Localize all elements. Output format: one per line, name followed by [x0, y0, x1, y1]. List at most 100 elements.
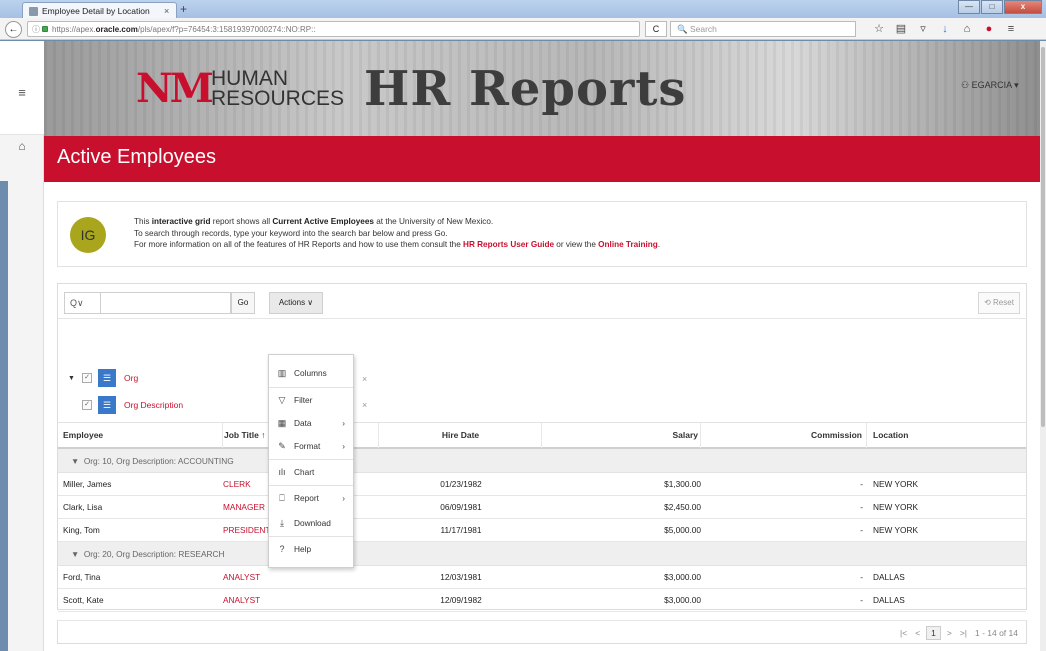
info-icon[interactable]: ⓘ — [32, 24, 40, 35]
chart-icon: ılı — [278, 467, 286, 477]
table-row[interactable]: King, Tom PRESIDENT 11/17/1981 $5,000.00… — [58, 519, 1026, 542]
table-row[interactable]: Miller, James CLERK 01/23/1982 $1,300.00… — [58, 473, 1026, 496]
unm-logo: NM — [136, 65, 214, 112]
menu-item-help[interactable]: ? Help — [269, 539, 353, 559]
user-guide-link[interactable]: HR Reports User Guide — [463, 240, 554, 249]
page-title: Active Employees — [57, 146, 216, 168]
prev-page-icon[interactable]: < — [915, 628, 920, 638]
group-caret-icon[interactable]: ▼ — [71, 456, 84, 466]
go-button[interactable]: Go — [231, 292, 255, 314]
data-icon: ▦ — [277, 418, 287, 428]
help-icon: ? — [279, 544, 285, 554]
back-button[interactable]: ← — [5, 21, 22, 38]
hr-logo-text: HUMAN RESOURCES — [211, 67, 345, 110]
table-row[interactable]: Scott, Kate ANALYST 12/09/1982 $3,000.00… — [58, 589, 1026, 612]
table-row[interactable]: Ford, Tina ANALYST 12/03/1981 $3,000.00 … — [58, 566, 1026, 589]
browser-navbar: ← ⓘ https://apex. oracle.com/pls/apex/f?p… — [0, 18, 1046, 40]
menu-item-download[interactable]: ⤓ Download — [269, 513, 353, 533]
user-menu[interactable]: ⚇ EGARCIA ▾ — [961, 80, 1019, 91]
home-icon[interactable]: ⌂ — [956, 21, 978, 37]
page-range: 1 - 14 of 14 — [974, 628, 1018, 638]
group-caret-icon[interactable]: ▼ — [71, 549, 84, 559]
downloads-icon[interactable]: ↓ — [934, 21, 956, 37]
browser-tab[interactable]: Employee Detail by Location × — [22, 2, 177, 19]
reading-list-icon[interactable]: ▤ — [890, 21, 912, 37]
col-employee[interactable]: Employee — [63, 423, 223, 448]
browser-search-placeholder: Search — [689, 24, 717, 34]
grid-search-input[interactable] — [100, 292, 231, 314]
info-region: IG This interactive grid report shows al… — [57, 201, 1027, 267]
page-scrollbar[interactable] — [1040, 41, 1046, 651]
interactive-grid: Q∨ Go Actions ∨ ⟲ Reset ▼ ✓ ☰ Org × ✓ ☰ … — [57, 283, 1027, 612]
submenu-arrow-icon: › — [342, 418, 345, 428]
control-label-org-description[interactable]: Org Description — [124, 400, 183, 410]
grid-footer: |< < 1 > >| 1 - 14 of 14 — [57, 620, 1027, 644]
address-bar[interactable]: ⓘ https://apex. oracle.com/pls/apex/f?p=7… — [27, 21, 640, 37]
pager: |< < 1 > >| 1 - 14 of 14 — [900, 626, 1018, 640]
actions-menu: ▥ Columns ▽ Filter ▦ Data › ✎ Format › ılı Char… — [268, 354, 354, 568]
window-left-edge — [0, 181, 8, 651]
search-column-menu[interactable]: Q∨ — [64, 292, 100, 314]
url-domain: oracle.com — [95, 24, 138, 34]
menu-item-format[interactable]: ✎ Format › — [269, 436, 353, 456]
window-close-button[interactable]: x — [1004, 0, 1042, 14]
report-icon: ⎕ — [279, 493, 285, 503]
menu-icon[interactable]: ≡ — [1000, 21, 1022, 37]
col-hire-date[interactable]: Hire Date — [380, 423, 542, 448]
hamburger-menu-icon[interactable]: ≡ — [0, 41, 44, 135]
filter-icon: ▽ — [278, 395, 286, 405]
favicon-icon — [29, 6, 38, 16]
last-page-icon[interactable]: >| — [960, 628, 967, 638]
search-icon: 🔍 — [677, 24, 688, 34]
control-break-org: ▼ ✓ ☰ Org — [68, 368, 138, 388]
maximize-button[interactable]: □ — [981, 0, 1003, 14]
online-training-link[interactable]: Online Training — [598, 240, 658, 249]
reset-button[interactable]: ⟲ Reset — [978, 292, 1020, 314]
group-row[interactable]: ▼ Org: 10, Org Description: ACCOUNTING — [58, 449, 1026, 473]
control-break-org-description: ✓ ☰ Org Description — [68, 395, 183, 415]
col-salary[interactable]: Salary — [543, 423, 701, 448]
control-label-org[interactable]: Org — [124, 373, 138, 383]
group-row[interactable]: ▼ Org: 20, Org Description: RESEARCH — [58, 542, 1026, 566]
tab-title: Employee Detail by Location — [42, 6, 150, 16]
menu-item-report[interactable]: ⎕ Report › — [269, 488, 353, 508]
tab-close-icon[interactable]: × — [164, 6, 176, 16]
home-nav-icon[interactable]: ⌂ — [0, 135, 44, 157]
next-page-icon[interactable]: > — [947, 628, 952, 638]
url-path: /pls/apex/f?p=76454:3:15819397000274::NO… — [137, 24, 316, 34]
table-row[interactable]: Clark, Lisa MANAGER 06/09/1981 $2,450.00… — [58, 496, 1026, 519]
reset-icon: ⟲ — [984, 298, 994, 307]
format-icon: ✎ — [278, 441, 286, 451]
control-checkbox[interactable]: ✓ — [82, 400, 92, 410]
reload-button[interactable]: C — [645, 21, 667, 37]
browser-titlebar: Employee Detail by Location × + — □ x — [0, 0, 1046, 19]
menu-item-columns[interactable]: ▥ Columns — [269, 363, 353, 383]
submenu-arrow-icon: › — [342, 441, 345, 451]
remove-control-icon[interactable]: × — [362, 374, 367, 384]
pocket-icon[interactable]: ▿ — [912, 21, 934, 37]
menu-item-chart[interactable]: ılı Chart — [269, 462, 353, 482]
menu-item-data[interactable]: ▦ Data › — [269, 413, 353, 433]
info-text: This interactive grid report shows all C… — [134, 217, 661, 249]
lock-icon — [42, 26, 48, 32]
current-page[interactable]: 1 — [926, 626, 941, 640]
grid-column-header: Employee Job Title ↑ Hire Date Salary Co… — [58, 422, 1026, 449]
menu-item-filter[interactable]: ▽ Filter — [269, 390, 353, 410]
col-location[interactable]: Location — [873, 423, 1023, 448]
control-checkbox[interactable]: ✓ — [82, 373, 92, 383]
first-page-icon[interactable]: |< — [900, 628, 907, 638]
grid-toolbar: Q∨ Go Actions ∨ ⟲ Reset — [58, 284, 1026, 319]
app-title: HR Reports — [364, 61, 687, 117]
toolbar-icons: ☆ ▤ ▿ ↓ ⌂ ● ≡ — [868, 21, 1022, 37]
collapse-caret-icon[interactable]: ▼ — [68, 375, 82, 382]
user-icon: ⚇ — [961, 80, 972, 90]
actions-button[interactable]: Actions ∨ — [269, 292, 323, 314]
download-icon: ⤓ — [280, 518, 284, 528]
col-commission[interactable]: Commission — [703, 423, 867, 448]
pinterest-icon[interactable]: ● — [978, 21, 1000, 37]
browser-search-input[interactable]: 🔍 Search — [670, 21, 856, 37]
bookmark-star-icon[interactable]: ☆ — [868, 21, 890, 37]
new-tab-button[interactable]: + — [180, 3, 194, 17]
remove-control-icon[interactable]: × — [362, 400, 367, 410]
minimize-button[interactable]: — — [958, 0, 980, 14]
